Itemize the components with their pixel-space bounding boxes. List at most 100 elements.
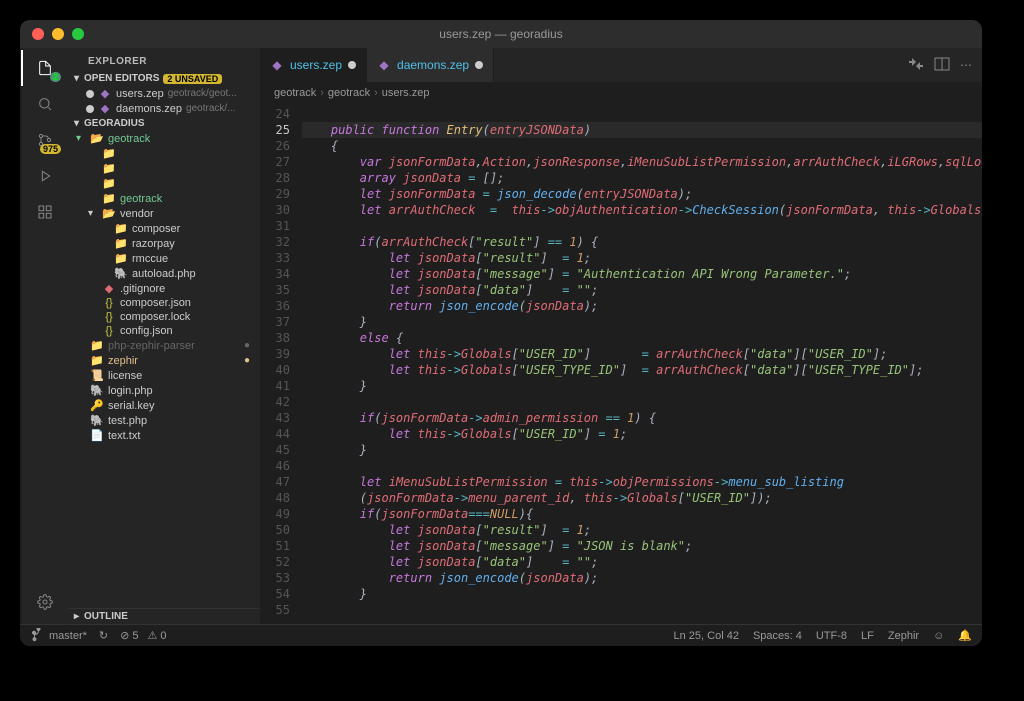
tree-item-label: composer.lock bbox=[120, 311, 190, 323]
breadcrumb-segment[interactable]: geotrack bbox=[328, 87, 370, 99]
folder-icon: 📁 bbox=[114, 252, 128, 265]
sidebar-title: EXPLORER bbox=[68, 48, 260, 71]
code-content[interactable]: public function Entry(entryJSONData) { v… bbox=[302, 104, 982, 624]
language-mode[interactable]: Zephir bbox=[888, 630, 919, 642]
tab-label: users.zep bbox=[290, 58, 342, 72]
eol[interactable]: LF bbox=[861, 630, 874, 642]
problems[interactable]: ⊘5 ⚠0 bbox=[120, 629, 166, 642]
bell-icon[interactable]: 🔔 bbox=[958, 629, 972, 642]
tree-item[interactable]: {} composer.json bbox=[68, 296, 260, 310]
tree-item-label: license bbox=[108, 370, 142, 382]
split-editor-icon[interactable] bbox=[934, 56, 950, 75]
git-status-icon: ● bbox=[244, 340, 256, 351]
search-icon[interactable] bbox=[33, 92, 57, 116]
chevron-down-icon: ▾ bbox=[74, 118, 84, 129]
line-number-gutter: 2425262728293031323334353637383940414243… bbox=[260, 104, 302, 624]
dirty-dot-icon bbox=[86, 105, 94, 113]
file-icon: ◆ bbox=[98, 87, 112, 100]
json-icon: {} bbox=[102, 297, 116, 309]
tree-item[interactable]: 📁geotrack bbox=[68, 191, 260, 206]
feedback-icon[interactable]: ☺ bbox=[933, 630, 944, 642]
main-area: 2 975 EXPLORER ▾ OPEN E bbox=[20, 48, 982, 624]
tree-item[interactable]: 🐘autoload.php bbox=[68, 266, 260, 281]
minimize-window-icon[interactable] bbox=[52, 28, 64, 40]
scm-badge: 975 bbox=[40, 144, 61, 154]
chevron-right-icon: ▸ bbox=[74, 611, 84, 622]
tree-item[interactable]: 🐘login.php bbox=[68, 383, 260, 398]
editor-area: ◆users.zep◆daemons.zep ⋯ geotrack›geotra… bbox=[260, 48, 982, 624]
encoding[interactable]: UTF-8 bbox=[816, 630, 847, 642]
folder-icon: 📁 bbox=[114, 222, 128, 235]
sidebar: EXPLORER ▾ OPEN EDITORS 2 UNSAVED ◆users… bbox=[68, 48, 260, 624]
tree-item-label: config.json bbox=[120, 325, 173, 337]
git-icon: ◆ bbox=[102, 282, 116, 295]
tree-item[interactable]: 📁 composer bbox=[68, 221, 260, 236]
tree-item[interactable]: {}composer.lock bbox=[68, 310, 260, 324]
tree-item[interactable]: 📜license bbox=[68, 368, 260, 383]
folder-open-icon: 📂 bbox=[90, 132, 104, 145]
tree-item-label: composer bbox=[132, 223, 180, 235]
git-status-icon: ● bbox=[244, 355, 256, 366]
folder-icon: 📁 bbox=[102, 147, 116, 160]
chevron-icon: ▾ bbox=[88, 208, 98, 219]
indentation[interactable]: Spaces: 4 bbox=[753, 630, 802, 642]
activity-bar: 2 975 bbox=[20, 48, 68, 624]
tree-item[interactable]: 📁razorpay bbox=[68, 236, 260, 251]
tree-item[interactable]: ▾📂geotrack bbox=[68, 131, 260, 146]
tree-item[interactable]: 🔑serial.key bbox=[68, 398, 260, 413]
json-icon: {} bbox=[102, 325, 116, 337]
open-editor-item[interactable]: ◆daemons.zep geotrack/... bbox=[68, 101, 260, 116]
source-control-icon[interactable]: 975 bbox=[33, 128, 57, 152]
more-icon[interactable]: ⋯ bbox=[960, 58, 972, 72]
settings-gear-icon[interactable] bbox=[33, 590, 57, 614]
project-name: GEORADIUS bbox=[84, 118, 145, 129]
unsaved-badge: 2 UNSAVED bbox=[163, 74, 222, 84]
tree-item-label: composer.json bbox=[120, 297, 191, 309]
editor-tab[interactable]: ◆users.zep bbox=[260, 48, 367, 82]
explorer-icon[interactable]: 2 bbox=[33, 56, 57, 80]
close-window-icon[interactable] bbox=[32, 28, 44, 40]
tree-item[interactable]: 📄text.txt bbox=[68, 428, 260, 443]
tree-item[interactable]: 📁 bbox=[68, 161, 260, 176]
php-icon: 🐘 bbox=[90, 414, 104, 427]
breadcrumb-segment[interactable]: geotrack bbox=[274, 87, 316, 99]
tree-item[interactable]: 📁rmccue bbox=[68, 251, 260, 266]
compare-icon[interactable] bbox=[908, 56, 924, 75]
tree-item[interactable]: ▾📂vendor bbox=[68, 206, 260, 221]
cursor-position[interactable]: Ln 25, Col 42 bbox=[674, 630, 739, 642]
breadcrumb-segment[interactable]: users.zep bbox=[382, 87, 430, 99]
tree-item[interactable]: 📁php-zephir-parser● bbox=[68, 338, 260, 353]
debug-icon[interactable] bbox=[33, 164, 57, 188]
maximize-window-icon[interactable] bbox=[72, 28, 84, 40]
sync-icon[interactable]: ↻ bbox=[99, 629, 108, 642]
file-name: daemons.zep bbox=[116, 103, 182, 115]
tree-item-label: zephir bbox=[108, 355, 138, 367]
php-icon: 🐘 bbox=[114, 267, 128, 280]
tree-item[interactable]: 📁 bbox=[68, 146, 260, 161]
tree-item-label: vendor bbox=[120, 208, 154, 220]
folder-icon: 📁 bbox=[102, 177, 116, 190]
titlebar[interactable]: users.zep — georadius bbox=[20, 20, 982, 48]
tree-item[interactable]: ◆.gitignore bbox=[68, 281, 260, 296]
extensions-icon[interactable] bbox=[33, 200, 57, 224]
project-header[interactable]: ▾ GEORADIUS bbox=[68, 116, 260, 131]
tree-item[interactable]: 📁 bbox=[68, 176, 260, 191]
editor-tab[interactable]: ◆daemons.zep bbox=[367, 48, 494, 82]
tree-item[interactable]: {} config.json bbox=[68, 324, 260, 338]
tree-item-label: php-zephir-parser bbox=[108, 340, 195, 352]
open-editor-item[interactable]: ◆users.zep geotrack/geot... bbox=[68, 86, 260, 101]
code-editor[interactable]: 2425262728293031323334353637383940414243… bbox=[260, 104, 982, 624]
outline-header[interactable]: ▸ OUTLINE bbox=[68, 608, 260, 624]
tree-item[interactable]: 📁zephir● bbox=[68, 353, 260, 368]
php-icon: 🐘 bbox=[90, 384, 104, 397]
git-branch[interactable]: master* bbox=[30, 628, 87, 644]
tabs-bar: ◆users.zep◆daemons.zep ⋯ bbox=[260, 48, 982, 82]
breadcrumb[interactable]: geotrack›geotrack›users.zep bbox=[260, 82, 982, 104]
dirty-dot-icon bbox=[86, 90, 94, 98]
open-editors-header[interactable]: ▾ OPEN EDITORS 2 UNSAVED bbox=[68, 71, 260, 86]
tree-item[interactable]: 🐘test.php bbox=[68, 413, 260, 428]
dirty-dot-icon bbox=[475, 61, 483, 69]
dirty-dot-icon bbox=[348, 61, 356, 69]
tabs-actions: ⋯ bbox=[908, 48, 982, 82]
tree-item-label: geotrack bbox=[108, 133, 150, 145]
